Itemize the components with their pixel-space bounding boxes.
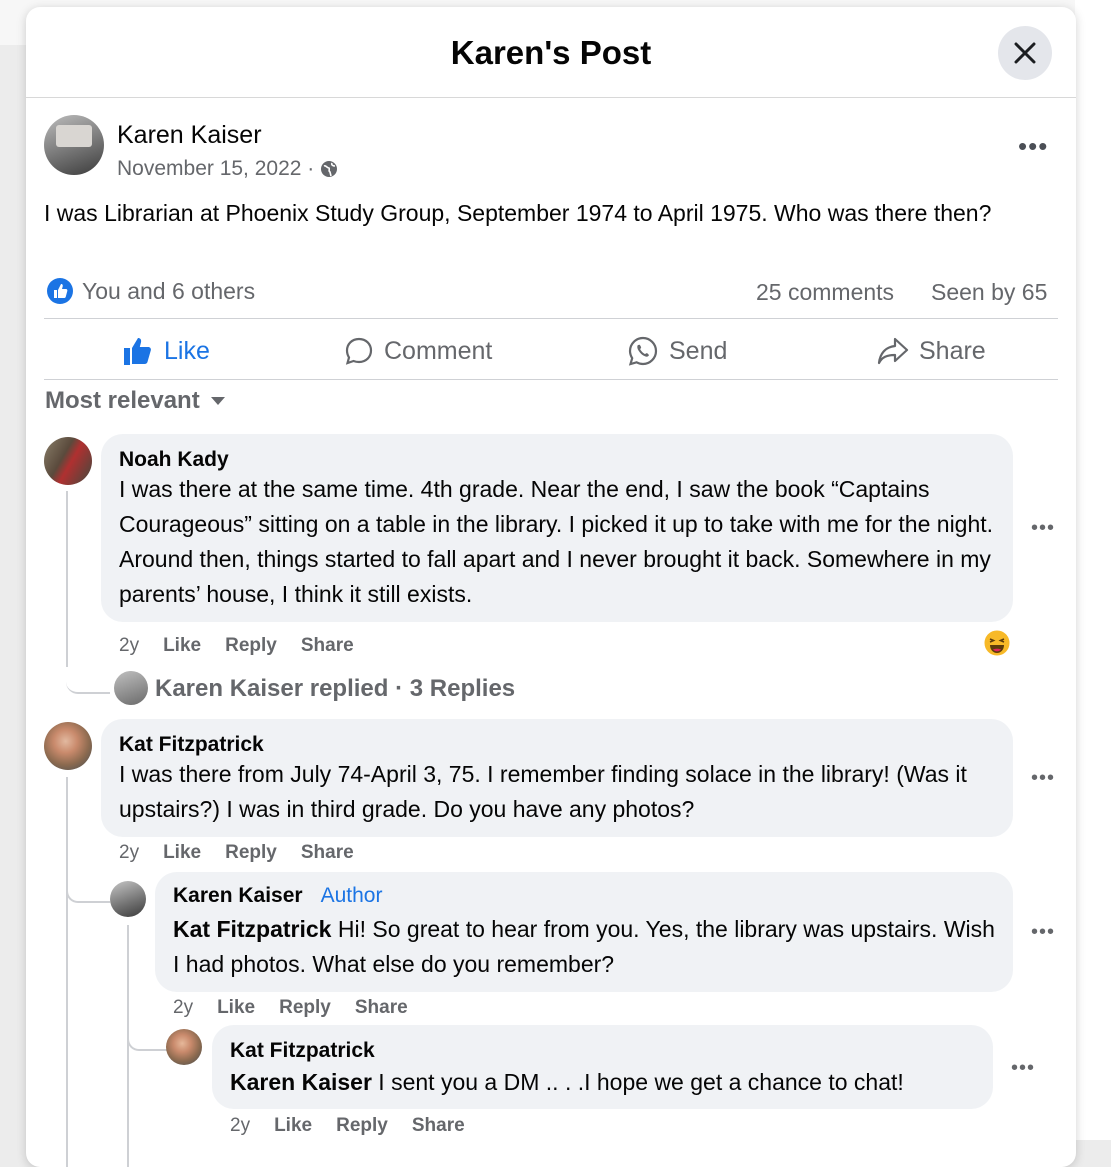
comment-options-button[interactable]: ••• [1031, 767, 1055, 790]
background-page [1075, 0, 1111, 1140]
like-label: Like [164, 336, 210, 365]
reply-body: I sent you a DM .. . .I hope we get a ch… [371, 1069, 904, 1095]
whatsapp-icon [628, 336, 658, 366]
commenter-avatar[interactable] [44, 722, 92, 770]
comment-like-button[interactable]: Like [163, 842, 201, 864]
reply-author-name[interactable]: Karen Kaiser [173, 884, 303, 908]
dialog-title: Karen's Post [450, 34, 652, 71]
comment-text: I was there from July 74-April 3, 75. I … [119, 761, 967, 822]
reply-like-button[interactable]: Like [217, 997, 255, 1019]
thread-line [66, 491, 68, 667]
reply-reply-button[interactable]: Reply [279, 997, 331, 1019]
reply-avatar[interactable] [166, 1029, 202, 1065]
close-icon [1014, 42, 1036, 64]
reply-summary-avatar [114, 671, 148, 705]
reactions-text: You and 6 others [82, 277, 256, 304]
reply-options-button[interactable]: ••• [1031, 921, 1055, 944]
thread-line [66, 777, 68, 1167]
comment-like-button[interactable]: Like [163, 635, 201, 657]
reply-bubble: Kat Fitzpatrick Karen Kaiser I sent you … [212, 1025, 993, 1109]
reply-reply-button[interactable]: Reply [336, 1115, 388, 1137]
share-button[interactable]: Share [877, 331, 986, 371]
send-button[interactable]: Send [627, 331, 727, 371]
comment-actions: 2y Like Reply Share [119, 635, 354, 657]
comment-label: Comment [384, 336, 493, 365]
mention-link[interactable]: Kat Fitzpatrick [173, 916, 331, 942]
reply-text: Karen Kaiser I sent you a DM .. . .I hop… [230, 1065, 990, 1100]
reply-text: Kat Fitzpatrick Hi! So great to hear fro… [173, 912, 1003, 982]
comment-reply-button[interactable]: Reply [225, 635, 277, 657]
comment-time[interactable]: 2y [119, 635, 139, 657]
reply-time[interactable]: 2y [230, 1115, 250, 1137]
laughing-emoji-icon [982, 628, 1012, 658]
post-author-name[interactable]: Karen Kaiser [117, 121, 262, 150]
close-button[interactable] [998, 26, 1052, 80]
share-label: Share [919, 336, 986, 365]
thread-connector [127, 1027, 167, 1051]
globe-icon [321, 161, 338, 177]
comment-button[interactable]: Comment [344, 331, 492, 371]
like-button[interactable]: Like [122, 331, 210, 371]
thread-connector [66, 647, 110, 694]
seen-by-count[interactable]: Seen by 65 [931, 279, 1047, 306]
reply-time[interactable]: 2y [173, 997, 193, 1019]
sort-label: Most relevant [45, 387, 200, 414]
caret-down-icon [210, 397, 225, 405]
actions-top-divider [44, 318, 1058, 319]
commenter-avatar[interactable] [44, 437, 92, 485]
reply-author-name[interactable]: Kat Fitzpatrick [230, 1039, 375, 1063]
like-reaction-icon [47, 278, 73, 304]
send-label: Send [669, 336, 728, 365]
comment-reply-button[interactable]: Reply [225, 842, 277, 864]
comments-count[interactable]: 25 comments [756, 279, 894, 306]
post-date[interactable]: November 15, 2022 · [117, 157, 314, 181]
comment-share-button[interactable]: Share [301, 842, 354, 864]
thumbs-up-icon [124, 338, 151, 365]
reply-like-button[interactable]: Like [274, 1115, 312, 1137]
thread-connector [66, 877, 110, 903]
comment-share-button[interactable]: Share [301, 635, 354, 657]
sort-dropdown[interactable]: Most relevant [45, 387, 226, 415]
reply-avatar[interactable] [110, 881, 146, 917]
post-dialog: Karen's Post Karen Kaiser November 15, 2… [26, 7, 1076, 1167]
reply-actions: 2y Like Reply Share [230, 1115, 465, 1137]
view-replies-button[interactable]: Karen Kaiser replied · 3 Replies [155, 675, 515, 703]
comment-options-button[interactable]: ••• [1031, 517, 1055, 540]
reply-share-button[interactable]: Share [412, 1115, 465, 1137]
post-text: I was Librarian at Phoenix Study Group, … [44, 200, 992, 226]
share-icon [877, 337, 909, 365]
reply-bubble: Karen Kaiser Author Kat Fitzpatrick Hi! … [155, 872, 1013, 992]
comment-text: I was there at the same time. 4th grade.… [119, 476, 994, 607]
author-avatar[interactable] [44, 115, 104, 175]
post-options-button[interactable]: ••• [1018, 131, 1048, 162]
dialog-header: Karen's Post [26, 7, 1076, 98]
reactions-summary[interactable]: You and 6 others [46, 277, 255, 305]
commenter-name[interactable]: Noah Kady [119, 448, 229, 472]
reply-share-button[interactable]: Share [355, 997, 408, 1019]
comment-actions: 2y Like Reply Share [119, 842, 354, 864]
commenter-name[interactable]: Kat Fitzpatrick [119, 733, 264, 757]
comment-bubble: Noah Kady I was there at the same time. … [101, 434, 1013, 622]
comment-time[interactable]: 2y [119, 842, 139, 864]
comment-icon [345, 337, 373, 365]
actions-bottom-divider [44, 379, 1058, 380]
mention-link[interactable]: Karen Kaiser [230, 1069, 372, 1095]
reply-header: Karen Kaiser Author [173, 884, 382, 908]
comment-bubble: Kat Fitzpatrick I was there from July 74… [101, 719, 1013, 837]
author-badge: Author [320, 884, 383, 907]
reply-options-button[interactable]: ••• [1011, 1057, 1035, 1080]
reply-actions: 2y Like Reply Share [173, 997, 408, 1019]
post-meta: November 15, 2022 · [117, 157, 338, 181]
